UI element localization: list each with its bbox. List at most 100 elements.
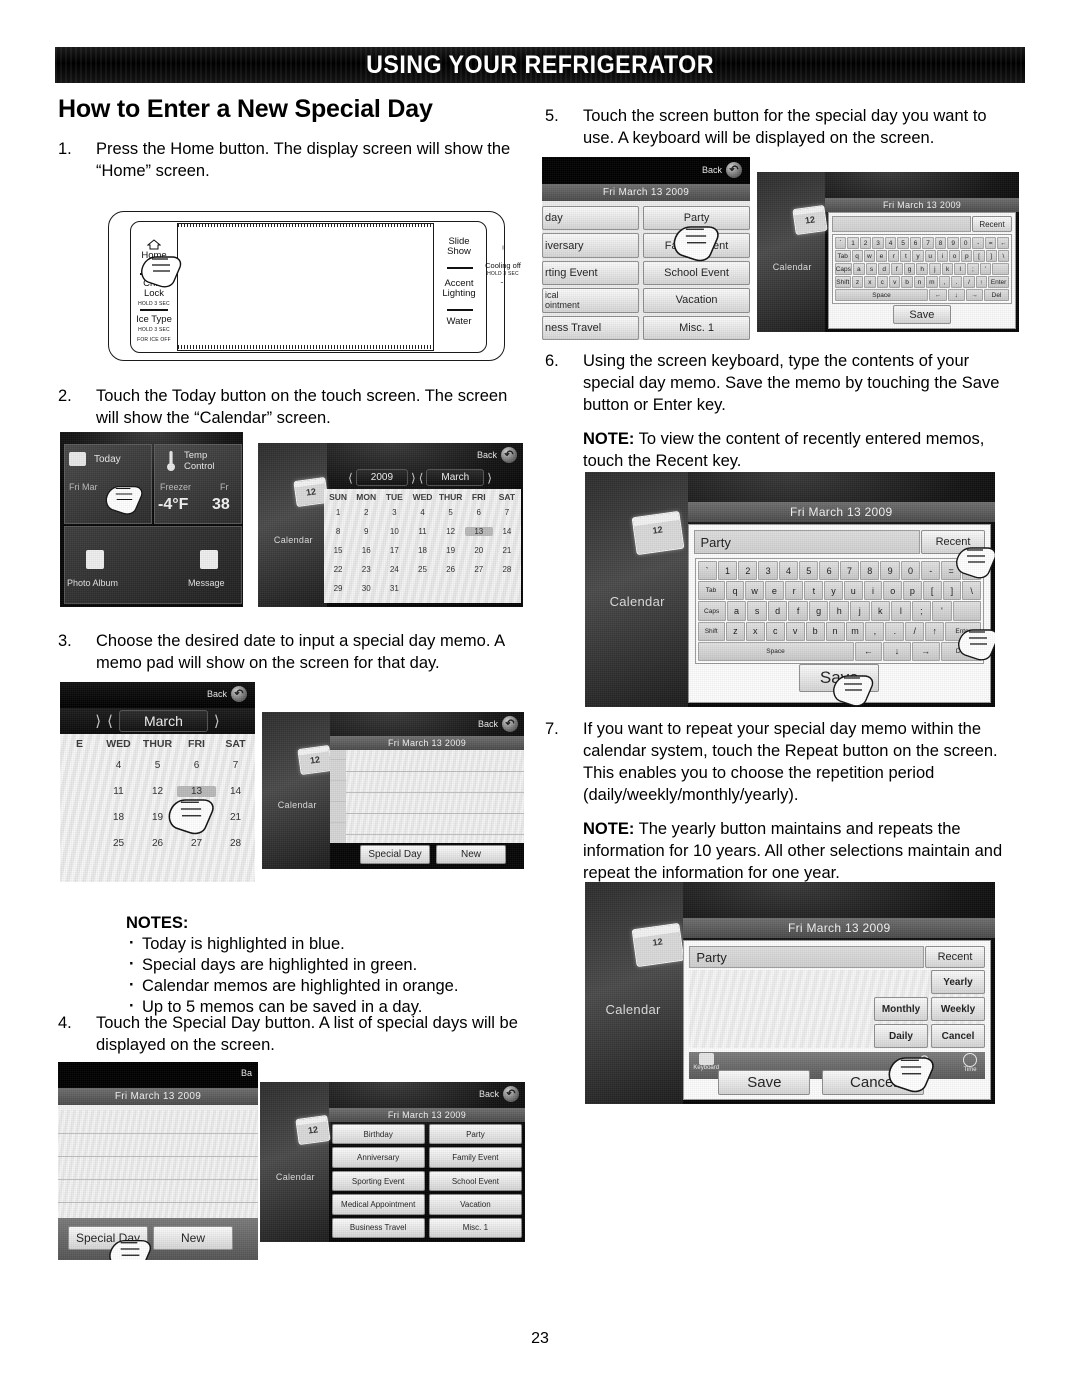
special-day-anniversary[interactable]: Anniversary <box>331 1147 425 1168</box>
key-period[interactable]: . <box>950 276 963 288</box>
key-up[interactable]: ↑ <box>925 621 945 641</box>
cancel-button[interactable]: Cancel <box>822 1070 925 1095</box>
day-cell[interactable]: 24 <box>380 565 408 574</box>
day-cell-highlighted[interactable]: 13 <box>177 786 216 797</box>
key-j[interactable]: j <box>929 263 941 275</box>
day-cell[interactable]: 21 <box>493 546 521 555</box>
day-cell[interactable]: 8 <box>324 527 352 536</box>
key-z[interactable]: z <box>725 621 745 641</box>
key-semicolon[interactable]: ; <box>967 263 979 275</box>
key-f[interactable]: f <box>890 263 903 275</box>
key-1[interactable]: 1 <box>847 237 859 249</box>
key-0[interactable]: 0 <box>900 561 921 581</box>
day-cell[interactable]: 28 <box>493 565 521 574</box>
on-screen-keyboard[interactable]: ` 1 2 3 4 5 6 7 8 9 0 - = ← Tab q w e r … <box>694 558 984 664</box>
keyboard-toolbar-button[interactable]: Keyboard <box>693 1053 719 1071</box>
day-cell[interactable]: 4 <box>408 508 436 517</box>
key-quote[interactable]: ' <box>932 601 952 621</box>
key-backtick[interactable]: ` <box>697 561 717 581</box>
special-day-vacation[interactable]: Vacation <box>428 1194 523 1215</box>
repeat-yearly-button[interactable]: Yearly <box>931 970 985 994</box>
key-a[interactable]: a <box>852 263 865 275</box>
key-enter[interactable]: Enter <box>988 276 1009 288</box>
next-month-icon[interactable]: ⟩ <box>487 471 492 485</box>
day-cell[interactable]: 10 <box>380 527 408 536</box>
day-cell[interactable]: 1 <box>324 508 352 517</box>
key-7[interactable]: 7 <box>922 237 934 249</box>
key-minus[interactable]: - <box>921 561 941 581</box>
day-cell[interactable]: 7 <box>216 760 255 771</box>
day-cell[interactable]: 11 <box>99 786 138 797</box>
special-day-business-travel[interactable]: Business Travel <box>331 1217 425 1239</box>
month-nav[interactable]: ⟩ ⟨ March ⟩ <box>60 708 255 734</box>
day-cell[interactable]: 5 <box>138 760 177 771</box>
back-button[interactable]: Back ↶ <box>702 162 742 178</box>
key-j[interactable]: j <box>849 601 870 621</box>
key-del[interactable]: Del <box>984 289 1009 301</box>
key-blank[interactable] <box>952 601 981 621</box>
month-value[interactable]: March <box>118 710 208 732</box>
key-o[interactable]: o <box>883 581 903 601</box>
key-s[interactable]: s <box>865 263 878 275</box>
day-cell[interactable]: 25 <box>99 838 138 849</box>
on-screen-keyboard[interactable]: ` 1 2 3 4 5 6 7 8 9 0 - = ← Tab q w e r … <box>831 234 1012 304</box>
day-cell[interactable]: 4 <box>99 760 138 771</box>
calendar-zoom-grid[interactable]: E WED THUR FRI SAT 4 5 6 7 11 12 13 14 1… <box>60 734 255 882</box>
day-cell[interactable]: 19 <box>437 546 465 555</box>
special-day-button[interactable]: Special Day <box>68 1226 148 1250</box>
prev-month-icon[interactable]: ⟨ <box>107 712 113 730</box>
day-cell[interactable]: 11 <box>408 527 436 536</box>
key-v[interactable]: v <box>889 276 901 288</box>
special-day-party[interactable]: Party <box>643 206 750 231</box>
day-cell[interactable]: 20 <box>177 812 216 823</box>
repeat-daily-button[interactable]: Daily <box>874 1024 928 1048</box>
day-cell[interactable]: 22 <box>324 565 352 574</box>
child-lock-button[interactable]: Child Lock HOLD 3 SEC <box>130 279 178 309</box>
key-o[interactable]: o <box>949 250 961 262</box>
key-9[interactable]: 9 <box>880 561 900 581</box>
memo-lines-area[interactable] <box>330 750 524 843</box>
special-day-school-event[interactable]: School Event <box>643 260 750 286</box>
day-cell[interactable]: 16 <box>352 546 380 555</box>
prev-year-icon[interactable]: ⟨ <box>348 471 353 485</box>
key-f[interactable]: f <box>788 601 808 621</box>
day-cell[interactable]: 23 <box>352 565 380 574</box>
day-cell[interactable]: 30 <box>352 584 380 593</box>
special-day-misc-1[interactable]: Misc. 1 <box>643 315 750 340</box>
new-button[interactable]: New <box>436 845 506 864</box>
special-day-school-event[interactable]: School Event <box>428 1170 523 1192</box>
key-b[interactable]: b <box>805 621 825 641</box>
special-day-sporting-event[interactable]: rting Event <box>542 260 640 286</box>
key-equals[interactable]: = <box>984 237 997 249</box>
key-quote[interactable]: ' <box>979 263 992 275</box>
key-s[interactable]: s <box>747 601 767 621</box>
day-cell[interactable]: 27 <box>465 565 493 574</box>
key-p[interactable]: p <box>903 581 922 601</box>
day-cell[interactable]: 3 <box>380 508 408 517</box>
key-enter[interactable]: Enter <box>945 621 982 641</box>
key-d[interactable]: d <box>878 263 890 275</box>
home-button-label[interactable]: Home <box>132 239 176 261</box>
special-day-business-travel[interactable]: ness Travel <box>542 315 640 340</box>
day-cell[interactable]: 17 <box>380 546 408 555</box>
day-cell[interactable]: 6 <box>465 508 493 517</box>
memo-input-field[interactable] <box>831 216 971 232</box>
key-n[interactable]: n <box>825 621 845 641</box>
day-cell[interactable]: 25 <box>408 565 436 574</box>
key-i[interactable]: i <box>936 250 949 262</box>
memo-input-field[interactable]: Party <box>693 530 920 554</box>
key-4[interactable]: 4 <box>778 561 799 581</box>
key-5[interactable]: 5 <box>897 237 909 249</box>
next-year-icon[interactable]: ⟩ <box>411 471 416 485</box>
year-value[interactable]: 2009 <box>355 469 409 486</box>
key-4[interactable]: 4 <box>884 237 897 249</box>
recent-button[interactable]: Recent <box>921 530 985 554</box>
key-backslash[interactable]: \ <box>997 250 1009 262</box>
key-h[interactable]: h <box>916 263 929 275</box>
key-y[interactable]: y <box>824 581 843 601</box>
key-k[interactable]: k <box>870 601 891 621</box>
day-cell-highlighted[interactable]: 13 <box>464 527 493 536</box>
key-5[interactable]: 5 <box>799 561 819 581</box>
key-n[interactable]: n <box>913 276 926 288</box>
day-cell[interactable]: 27 <box>177 838 216 849</box>
